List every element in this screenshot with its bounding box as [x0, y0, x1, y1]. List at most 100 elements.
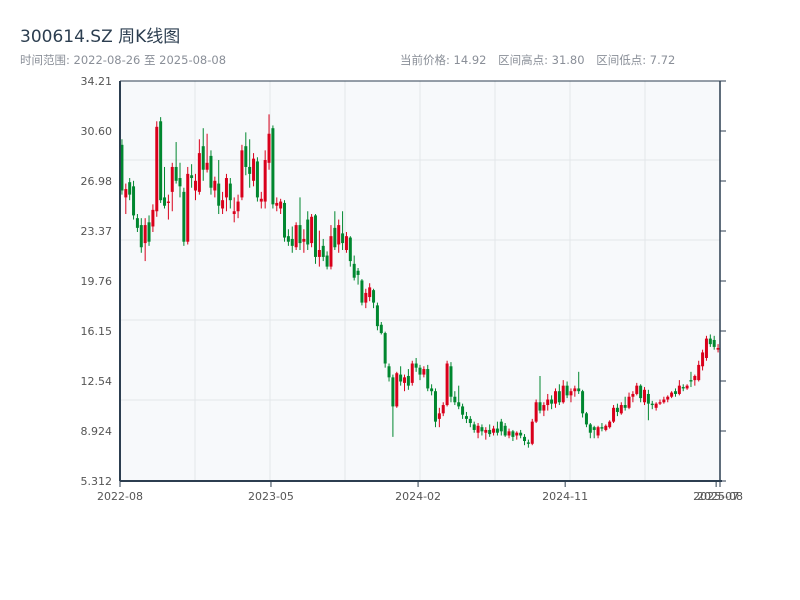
x-tick-label: 2025-08 — [697, 490, 743, 503]
candle-body — [681, 387, 685, 389]
candle-body — [352, 263, 356, 278]
candle-body — [503, 425, 507, 436]
candle-body — [240, 150, 244, 198]
candle — [240, 144, 244, 201]
candle-body — [592, 427, 596, 430]
candle-body — [584, 413, 588, 425]
candle-body — [213, 180, 217, 191]
candle-body — [410, 363, 414, 383]
candle-body — [159, 121, 163, 201]
candle-body — [704, 338, 708, 358]
candle-body — [492, 428, 496, 433]
candle-body — [294, 225, 298, 248]
candle — [581, 389, 585, 418]
candle-body — [197, 153, 201, 192]
candle-body — [596, 427, 600, 436]
candle-body — [519, 432, 523, 436]
candle-body — [526, 442, 530, 444]
candle-body — [546, 399, 550, 406]
candle-body — [511, 431, 515, 437]
y-tick-label: 12.54 — [81, 375, 113, 388]
candle-body — [228, 183, 232, 201]
candle-body — [484, 429, 488, 433]
x-tick-label: 2022-08 — [97, 490, 143, 503]
y-tick-label: 5.312 — [81, 475, 113, 488]
candle-body — [252, 158, 256, 181]
candle-body — [279, 201, 283, 209]
candle-body — [523, 436, 527, 442]
candle — [271, 125, 275, 209]
candle-body — [201, 146, 205, 170]
y-tick-label: 16.15 — [81, 325, 113, 338]
candle-body — [643, 389, 647, 403]
candle-body — [155, 126, 159, 212]
candle-body — [453, 396, 457, 403]
candle-body — [310, 216, 314, 244]
candle-body — [170, 166, 174, 192]
candle-body — [182, 191, 186, 242]
candle — [186, 166, 190, 245]
candle-body — [515, 432, 519, 436]
candle-body — [379, 324, 383, 334]
candle-body — [588, 424, 592, 433]
candle — [449, 362, 453, 403]
candle-body — [286, 236, 290, 242]
candle-body — [186, 173, 190, 242]
candle-body — [499, 421, 503, 432]
candle-body — [275, 202, 279, 206]
candle-body — [654, 403, 658, 408]
candle — [445, 360, 449, 407]
candle-body — [677, 385, 681, 394]
candle-body — [542, 405, 546, 411]
candlestick-chart: 34.21 30.60 26.98 23.37 19.76 16.15 12.54 8.924… — [81, 75, 743, 503]
candle — [375, 302, 379, 331]
candle — [294, 222, 298, 251]
candle-body — [166, 201, 170, 203]
candle-body — [190, 175, 194, 179]
candle-body — [143, 225, 147, 244]
candle-body — [418, 367, 422, 375]
candle-body — [685, 385, 689, 389]
candle-body — [495, 428, 499, 433]
candle-body — [534, 402, 538, 422]
candle-body — [476, 425, 480, 433]
candle-body — [441, 405, 445, 414]
candle — [410, 360, 414, 386]
candle — [433, 388, 437, 428]
candle-body — [550, 399, 554, 404]
candle-body — [360, 280, 364, 303]
candle — [255, 157, 259, 202]
candle-body — [232, 211, 236, 215]
candle-body — [267, 133, 271, 163]
candle-body — [375, 305, 379, 327]
candle-body — [132, 186, 136, 216]
candle-body — [224, 178, 228, 198]
candle-body — [356, 270, 360, 275]
candle-body — [670, 392, 674, 397]
candle-body — [302, 238, 306, 242]
candle-body — [255, 161, 259, 198]
y-tick-label: 8.924 — [81, 425, 113, 438]
candle-body — [313, 215, 317, 257]
candle — [159, 117, 163, 203]
candle-body — [383, 333, 387, 364]
candle-body — [581, 391, 585, 414]
candle — [132, 180, 136, 220]
candle-body — [461, 406, 465, 415]
y-tick-label: 30.60 — [81, 125, 113, 138]
candle-body — [321, 245, 325, 257]
candle-body — [372, 290, 376, 303]
candle-body — [236, 201, 240, 212]
candle — [534, 399, 538, 424]
candle-body — [205, 162, 209, 170]
candle-body — [557, 391, 561, 403]
candle-body — [507, 431, 511, 436]
candle-body — [619, 405, 623, 414]
candle-body — [248, 166, 252, 174]
candle-body — [271, 128, 275, 205]
candle-body — [445, 363, 449, 406]
candle — [310, 214, 314, 248]
candle-body — [263, 160, 267, 202]
candle-body — [658, 402, 662, 404]
candle-body — [348, 237, 352, 262]
